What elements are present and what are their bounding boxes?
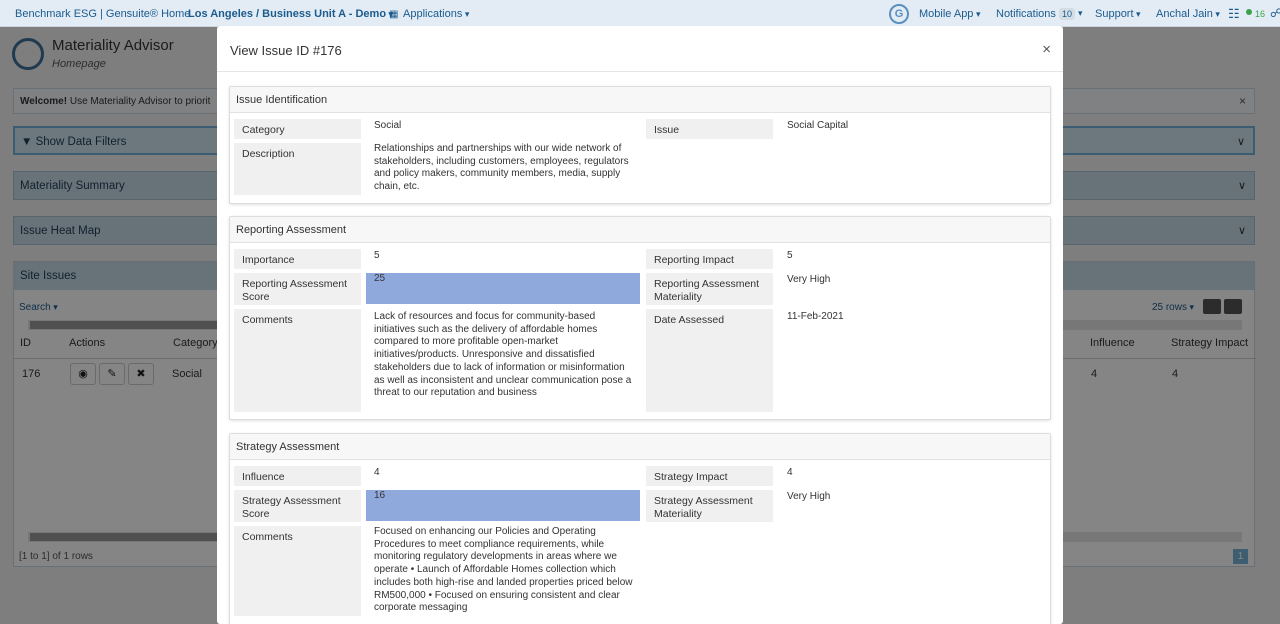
reporting-materiality-value: Very High <box>787 274 831 285</box>
link-icon[interactable]: ☍ <box>1270 6 1280 20</box>
reporting-comments-label: Comments <box>234 309 361 412</box>
cell-id: 176 <box>22 368 41 380</box>
chat-icon[interactable]: ☷ <box>1228 6 1240 22</box>
column-header-influence[interactable]: Influence <box>1090 337 1135 349</box>
category-label: Category <box>234 119 361 139</box>
view-issue-modal: View Issue ID #176 × Issue Identificatio… <box>217 26 1063 624</box>
column-header-id[interactable]: ID <box>20 337 31 349</box>
column-header-actions[interactable]: Actions <box>69 337 105 349</box>
date-assessed-label: Date Assessed <box>646 309 773 412</box>
reporting-score-label: Reporting Assessment Score <box>234 273 361 305</box>
welcome-bold: Welcome! <box>20 96 68 107</box>
support-menu[interactable]: Support <box>1095 8 1141 20</box>
strategy-score-value: 16 <box>366 490 640 521</box>
strategy-assessment-section: Strategy Assessment Influence 4 Strategy… <box>229 433 1051 624</box>
reporting-assessment-heading: Reporting Assessment <box>230 217 1050 243</box>
strategy-impact-label: Strategy Impact <box>646 466 773 486</box>
materiality-advisor-logo-icon <box>12 38 44 70</box>
modal-title: View Issue ID #176 <box>230 43 342 58</box>
app-subtitle: Homepage <box>52 58 106 70</box>
assistant-g-icon[interactable]: G <box>889 4 909 24</box>
modal-header-divider <box>217 71 1063 72</box>
print-icon[interactable] <box>1203 299 1221 314</box>
notifications-badge: 10 <box>1059 8 1076 20</box>
strategy-assessment-heading: Strategy Assessment <box>230 434 1050 460</box>
category-value: Social <box>374 120 402 131</box>
applications-menu[interactable]: Applications <box>403 8 469 20</box>
issue-identification-heading: Issue Identification <box>230 87 1050 113</box>
data-filters-label: Show Data Filters <box>35 136 127 148</box>
cell-strategy-impact: 4 <box>1172 368 1179 380</box>
delete-x-icon[interactable]: ✖ <box>128 363 154 385</box>
view-eye-icon[interactable]: ◉ <box>70 363 96 385</box>
user-menu[interactable]: Anchal Jain <box>1156 8 1220 20</box>
export-icon[interactable] <box>1224 299 1242 314</box>
location-selector[interactable]: Los Angeles / Business Unit A - Demo <box>188 8 393 20</box>
column-header-category[interactable]: Category <box>173 337 218 349</box>
notifications-menu[interactable]: Notifications <box>996 8 1056 20</box>
date-assessed-value: 11-Feb-2021 <box>787 311 844 322</box>
influence-label: Influence <box>234 466 361 486</box>
mobile-app-menu[interactable]: Mobile App <box>919 8 980 20</box>
strategy-materiality-value: Very High <box>787 491 831 502</box>
top-navbar: Benchmark ESG | Gensuite® Home Los Angel… <box>0 0 1280 27</box>
chevron-down-icon: ∨ <box>1236 136 1245 148</box>
row-count-text: [1 to 1] of 1 rows <box>19 551 93 562</box>
close-icon[interactable]: × <box>1239 94 1246 108</box>
cell-category: Social <box>172 368 202 380</box>
strategy-comments-label: Comments <box>234 526 361 616</box>
strategy-score-label: Strategy Assessment Score <box>234 490 361 522</box>
column-header-strategy-impact[interactable]: Strategy Impact <box>1171 337 1248 349</box>
influence-value: 4 <box>374 467 380 478</box>
edit-pencil-icon[interactable]: ✎ <box>99 363 125 385</box>
strategy-comments-value: Focused on enhancing our Policies and Op… <box>374 526 633 614</box>
description-label: Description <box>234 143 361 195</box>
app-title: Materiality Advisor <box>52 37 174 54</box>
reporting-impact-value: 5 <box>787 250 793 261</box>
search-toggle[interactable]: Search <box>19 302 58 313</box>
reporting-assessment-section: Reporting Assessment Importance 5 Report… <box>229 216 1051 420</box>
chevron-down-icon: ∨ <box>1237 225 1246 237</box>
filter-icon: ▼ <box>21 136 33 148</box>
chevron-down-icon[interactable]: ▾ <box>1078 8 1083 19</box>
cell-influence: 4 <box>1091 368 1098 380</box>
strategy-impact-value: 4 <box>787 467 793 478</box>
close-icon[interactable]: × <box>1042 41 1051 58</box>
rows-per-page-select[interactable]: 25 rows <box>1152 302 1194 313</box>
page-number-button[interactable]: 1 <box>1233 549 1248 564</box>
issue-identification-section: Issue Identification Category Social Iss… <box>229 86 1051 204</box>
importance-label: Importance <box>234 249 361 269</box>
description-value: Relationships and partnerships with our … <box>374 143 629 193</box>
importance-value: 5 <box>374 250 380 261</box>
chevron-down-icon: ∨ <box>1237 180 1246 192</box>
issue-label: Issue <box>646 119 773 139</box>
online-count: 16 <box>1255 9 1266 19</box>
materiality-summary-label: Materiality Summary <box>20 180 125 192</box>
welcome-text: Use Materiality Advisor to priorit <box>69 96 211 107</box>
reporting-materiality-label: Reporting Assessment Materiality <box>646 273 773 305</box>
issue-heat-map-label: Issue Heat Map <box>20 225 101 237</box>
reporting-score-value: 25 <box>366 273 640 304</box>
online-status-icon <box>1246 9 1252 15</box>
issue-value: Social Capital <box>787 120 849 131</box>
applications-icon: ▦ <box>389 9 399 20</box>
strategy-materiality-label: Strategy Assessment Materiality <box>646 490 773 522</box>
brand-home-link[interactable]: Benchmark ESG | Gensuite® Home <box>15 8 190 20</box>
reporting-comments-value: Lack of resources and focus for communit… <box>374 311 632 399</box>
reporting-impact-label: Reporting Impact <box>646 249 773 269</box>
